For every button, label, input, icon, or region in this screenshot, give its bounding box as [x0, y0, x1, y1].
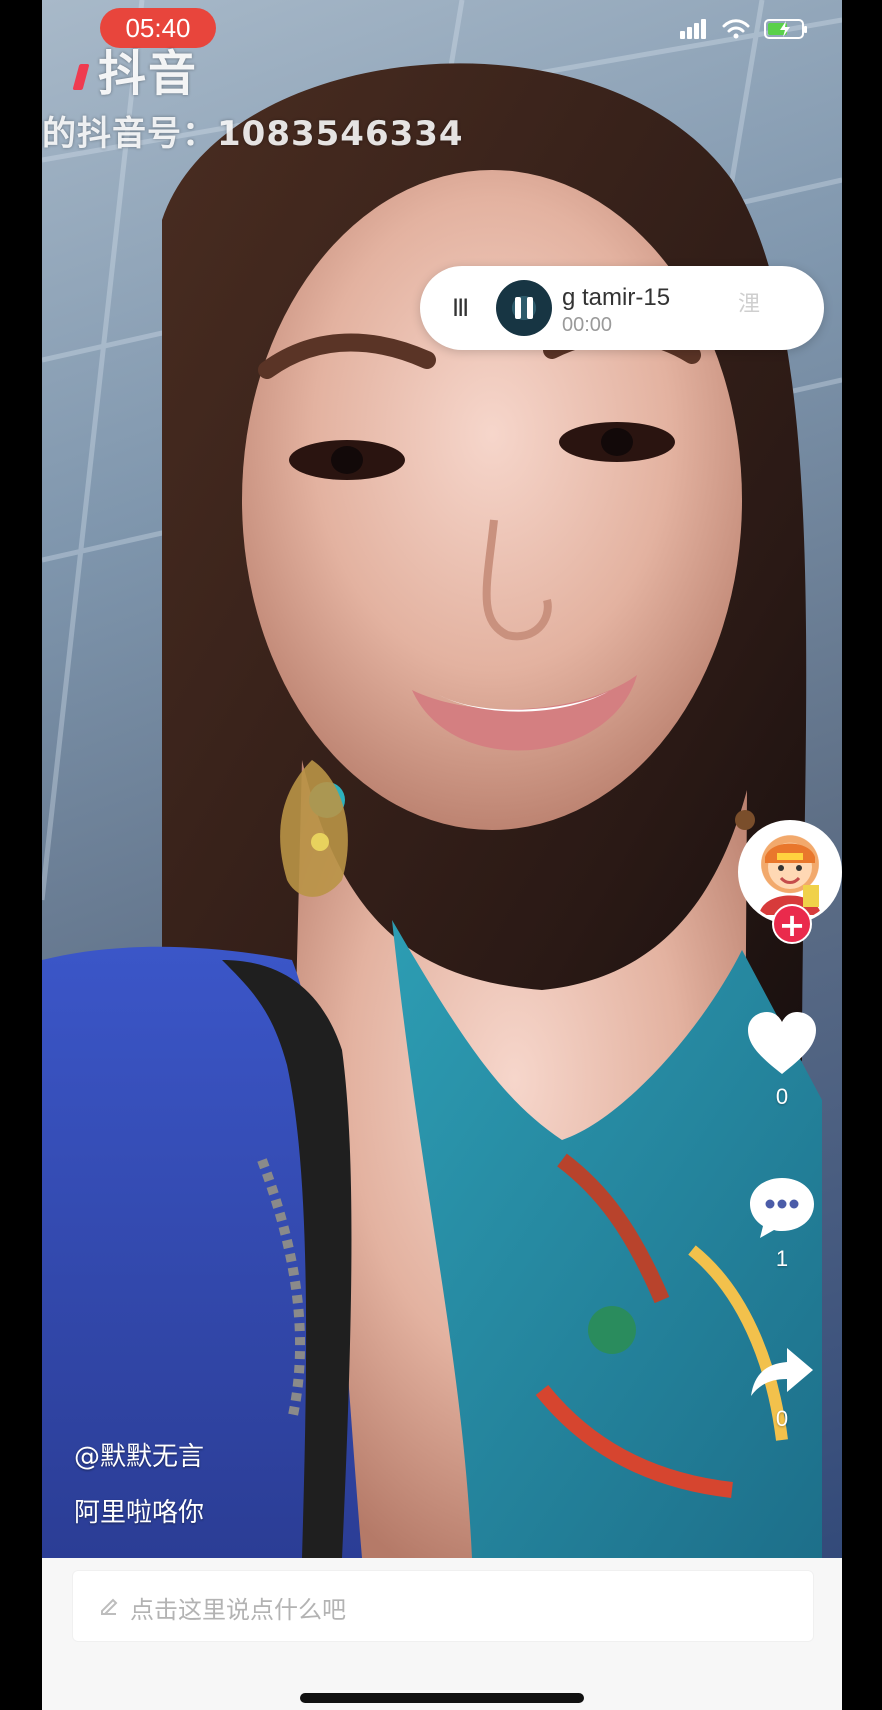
signal-icon	[680, 19, 708, 39]
comment-input[interactable]: 点击这里说点什么吧	[72, 1570, 814, 1642]
watermark-logo-mark	[72, 64, 90, 90]
mini-player[interactable]: III g tamir-15 00:00 浬	[420, 266, 824, 350]
like-action[interactable]: 0	[722, 1008, 842, 1110]
mini-player-time: 00:00	[562, 314, 613, 336]
battery-icon	[764, 19, 807, 39]
phone-screen: 05:40 抖音 的抖音号：1083546334 III g tamir-15 …	[42, 0, 842, 1710]
pause-icon	[515, 297, 533, 319]
video-player[interactable]: 05:40 抖音 的抖音号：1083546334 III g tamir-15 …	[42, 0, 842, 1558]
pause-button[interactable]	[496, 280, 552, 336]
right-action-rail: + 0 1 0	[722, 820, 842, 1440]
mini-player-title: g tamir-15	[562, 284, 671, 311]
share-icon[interactable]	[747, 1342, 817, 1400]
wifi-icon	[722, 19, 750, 39]
watermark-id: 的抖音号：1083546334	[42, 114, 464, 154]
comment-placeholder: 点击这里说点什么吧	[130, 1596, 346, 1624]
comment-action[interactable]: 1	[722, 1174, 842, 1272]
follow-button[interactable]: +	[772, 904, 812, 944]
drag-handle-icon[interactable]: III	[452, 294, 469, 322]
share-action[interactable]: 0	[722, 1342, 842, 1432]
status-icons	[680, 18, 807, 40]
watermark-logo: 抖音	[72, 34, 199, 104]
heart-icon[interactable]	[744, 1008, 820, 1078]
caption-text: 阿里啦咯你	[74, 1498, 205, 1528]
share-count: 0	[775, 1406, 789, 1431]
creator-avatar-wrap[interactable]: +	[738, 820, 842, 944]
home-indicator[interactable]	[300, 1693, 584, 1703]
pencil-icon	[101, 1598, 118, 1615]
charging-bolt-icon	[780, 21, 790, 37]
comment-icon[interactable]	[746, 1174, 818, 1240]
comment-count: 1	[775, 1246, 789, 1271]
mini-player-ghost-text: 浬	[738, 292, 761, 317]
like-count: 0	[775, 1084, 789, 1109]
watermark-logo-text: 抖音	[98, 46, 199, 102]
caption-username[interactable]: @默默无言	[74, 1436, 204, 1473]
